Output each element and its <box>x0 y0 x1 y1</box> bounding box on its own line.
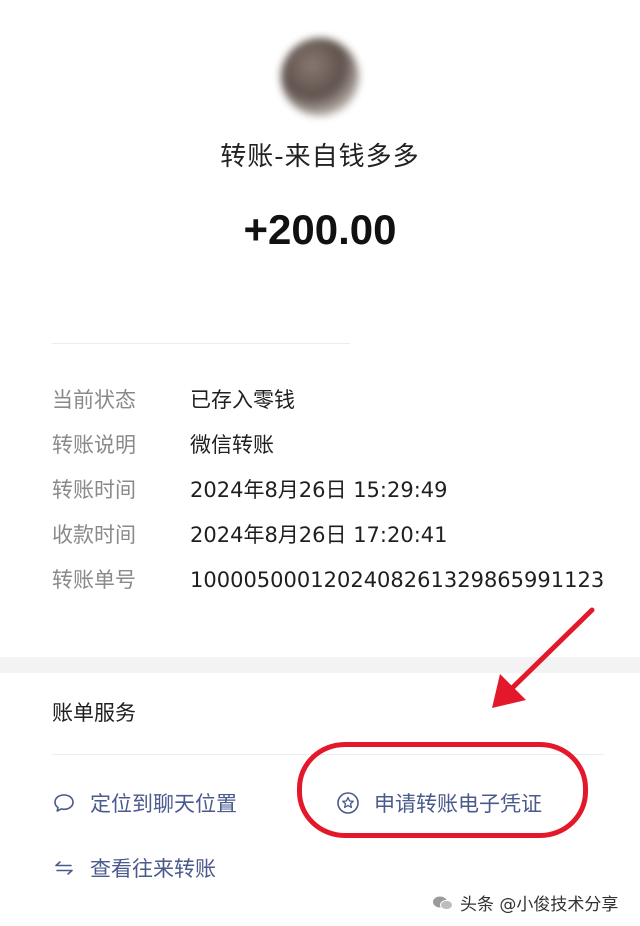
annotation-highlight-oval <box>297 742 588 838</box>
view-transfers-label: 查看往来转账 <box>90 857 216 881</box>
detail-value: 微信转账 <box>190 433 274 457</box>
wechat-logo-icon <box>432 895 454 911</box>
detail-label: 转账时间 <box>52 478 136 502</box>
annotation-arrow <box>492 607 595 708</box>
transfer-amount: +200.00 <box>243 206 397 253</box>
detail-row-receive-time: 收款时间 2024年8月26日 17:20:41 <box>52 515 448 555</box>
chat-bubble-icon <box>52 791 76 815</box>
detail-row-transfer-time: 转账时间 2024年8月26日 15:29:49 <box>52 470 448 510</box>
detail-value[interactable]: 1000050001202408261329865991123 <box>190 560 604 600</box>
sender-avatar <box>281 38 359 116</box>
detail-value: 已存入零钱 <box>190 388 295 412</box>
divider <box>52 343 350 344</box>
detail-value: 2024年8月26日 17:20:41 <box>190 523 448 547</box>
detail-value: 2024年8月26日 15:29:49 <box>190 478 448 502</box>
watermark: 头条 @小俊技术分享 <box>432 890 618 915</box>
detail-label: 转账说明 <box>52 433 136 457</box>
detail-row-status: 当前状态 已存入零钱 <box>52 380 295 420</box>
detail-row-transfer-number: 转账单号 1000050001202408261329865991123 <box>52 560 604 600</box>
transfer-title: 转账-来自钱多多 <box>220 142 420 172</box>
services-section-title: 账单服务 <box>52 701 136 725</box>
watermark-text: 头条 @小俊技术分享 <box>460 895 619 915</box>
detail-label: 收款时间 <box>52 523 136 547</box>
locate-chat-label: 定位到聊天位置 <box>90 792 237 816</box>
view-transfers-link[interactable]: 查看往来转账 <box>52 853 216 883</box>
locate-chat-link[interactable]: 定位到聊天位置 <box>52 788 237 818</box>
detail-label: 转账单号 <box>52 568 136 592</box>
swap-arrows-icon <box>52 856 76 880</box>
detail-label: 当前状态 <box>52 388 136 412</box>
detail-row-description: 转账说明 微信转账 <box>52 425 274 465</box>
